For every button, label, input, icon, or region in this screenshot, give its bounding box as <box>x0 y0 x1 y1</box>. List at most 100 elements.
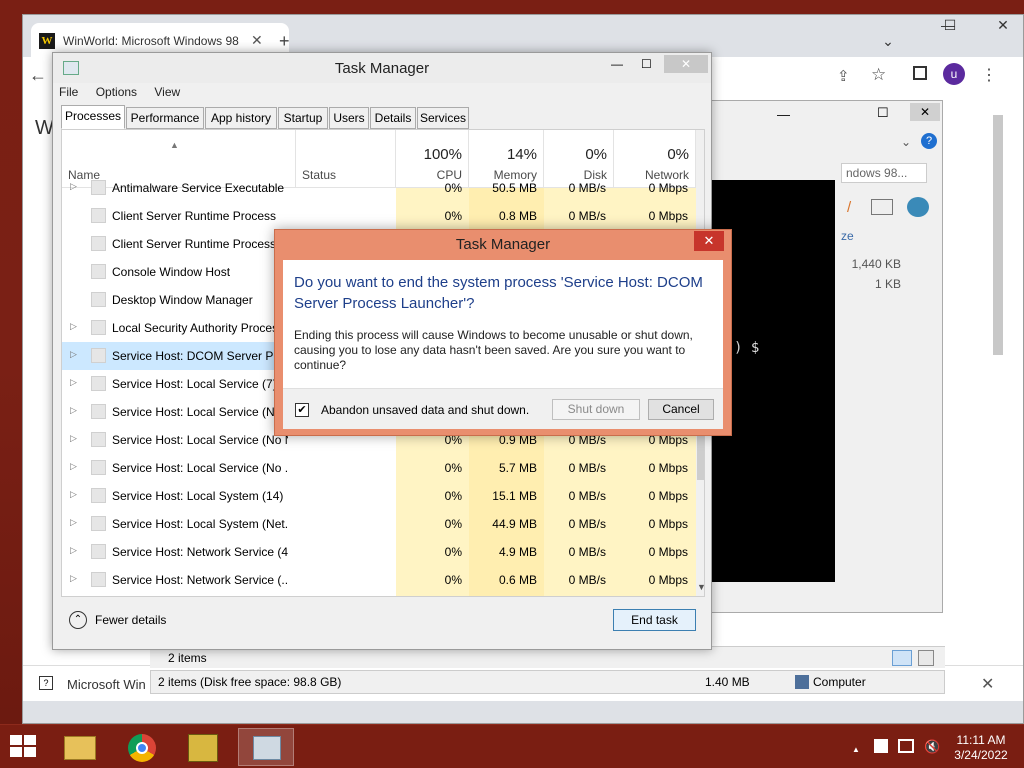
share-icon[interactable]: ⇪ <box>837 67 850 85</box>
start-button[interactable] <box>10 735 38 759</box>
rename-icon[interactable] <box>871 199 893 215</box>
chevron-up-icon: ⌃ <box>69 611 87 629</box>
tab-processes[interactable]: Processes <box>61 105 125 129</box>
size-column-header[interactable]: ze <box>841 229 854 243</box>
volume-muted-icon[interactable]: 🔇 <box>924 739 940 755</box>
disk-value: 0 MB/s <box>568 461 606 475</box>
taskbar-clock[interactable]: 11:11 AM 3/24/2022 <box>948 733 1014 763</box>
process-icon <box>91 376 106 391</box>
process-icon <box>91 264 106 279</box>
table-row[interactable]: Client Server Runtime Process 0% 0.8 MB 0 M… <box>62 202 696 230</box>
dialog-close-icon[interactable]: ✕ <box>694 231 724 251</box>
tm-menu-bar: File Options View <box>59 85 194 105</box>
bookmark-star-icon[interactable]: ☆ <box>871 65 886 85</box>
task-manager-taskbar-icon <box>253 736 281 760</box>
expand-arrow-icon: ▷ <box>70 545 77 555</box>
status-total-size: 1.40 MB <box>705 675 750 689</box>
process-name: Service Host: Local Service (No ... <box>112 461 288 475</box>
help-icon[interactable]: ? <box>921 133 937 149</box>
clock-time: 11:11 AM <box>956 733 1006 747</box>
tm-maximize-icon[interactable]: ☐ <box>641 57 652 71</box>
menu-view[interactable]: View <box>154 85 180 99</box>
action-center-flag-icon[interactable] <box>874 739 888 753</box>
download-bar-close-icon[interactable]: ✕ <box>981 674 994 694</box>
table-row[interactable]: ▷ Antimalware Service Executable 0% 50.5 MB… <box>62 174 696 202</box>
tm-close-icon[interactable]: ✕ <box>664 55 708 73</box>
help-file-icon: ? <box>39 676 53 690</box>
page-scrollbar[interactable] <box>993 115 1003 355</box>
memory-value: 15.1 MB <box>492 489 537 503</box>
chrome-tab-close-icon[interactable]: ✕ <box>251 32 263 49</box>
explorer-maximize-icon[interactable]: ☐ <box>877 105 889 121</box>
process-name: Client Server Runtime Process <box>112 209 277 223</box>
file-explorer-taskbar-button[interactable] <box>52 728 108 766</box>
abandon-data-checkbox[interactable]: ✔ <box>295 403 309 417</box>
table-row[interactable]: ▷ Service Host: Network Service (4) 0% 4.9 … <box>62 538 696 566</box>
end-task-button[interactable]: End task <box>613 609 696 631</box>
explorer-minimize-icon[interactable]: — <box>777 107 790 122</box>
explorer-close-icon[interactable]: ✕ <box>910 103 940 121</box>
download-item-label[interactable]: Microsoft Win <box>67 677 146 692</box>
cpu-value: 0% <box>444 517 462 531</box>
network-total: 0% <box>667 146 689 163</box>
archive-taskbar-button[interactable] <box>176 728 232 766</box>
scroll-down-icon[interactable]: ▼ <box>697 582 704 592</box>
table-row[interactable]: ▷ Service Host: Local System (14) 0% 15.1 M… <box>62 482 696 510</box>
new-tab-button[interactable]: + <box>279 31 290 52</box>
disk-total: 0% <box>585 146 607 163</box>
fewer-details-label: Fewer details <box>95 613 167 627</box>
process-name: Desktop Window Manager <box>112 293 253 307</box>
table-row[interactable]: ▷ Service Host: Local System (Net... 0% 44.… <box>62 510 696 538</box>
tab-users[interactable]: Users <box>329 107 369 129</box>
cpu-value: 0% <box>444 209 462 223</box>
system-tray: ▲ 🔇 <box>852 739 940 755</box>
process-name: Service Host: Local System (Net... <box>112 517 288 531</box>
explorer-search-field[interactable]: ndows 98... <box>841 163 927 183</box>
table-row[interactable]: ▷ Service Host: Network Service (... 0% 0.6… <box>62 566 696 594</box>
chrome-tab-title: WinWorld: Microsoft Windows 98 <box>63 34 239 48</box>
chrome-menu-icon[interactable]: ⋮ <box>981 65 997 85</box>
large-icons-view-icon[interactable] <box>918 650 934 666</box>
memory-total: 14% <box>506 146 537 163</box>
cpu-value: 0% <box>444 545 462 559</box>
network-value: 0 Mbps <box>648 573 688 587</box>
memory-value: 44.9 MB <box>492 517 537 531</box>
tab-app-history[interactable]: App history <box>205 107 277 129</box>
expand-arrow-icon: ▷ <box>70 489 77 499</box>
task-manager-taskbar-button[interactable] <box>238 728 294 766</box>
show-hidden-icons[interactable]: ▲ <box>852 745 860 754</box>
tab-search-icon[interactable]: ⌄ <box>873 33 903 55</box>
ribbon-expand-icon[interactable]: ⌄ <box>901 135 911 149</box>
network-globe-icon[interactable] <box>907 197 929 217</box>
chrome-taskbar-button[interactable] <box>114 728 170 766</box>
tab-startup[interactable]: Startup <box>278 107 328 129</box>
end-process-dialog: Task Manager ✕ Do you want to end the sy… <box>274 229 732 436</box>
shut-down-button[interactable]: Shut down <box>552 399 640 420</box>
side-panel-icon[interactable] <box>913 66 927 80</box>
close-window-icon[interactable]: ✕ <box>988 17 1018 39</box>
dialog-body: Ending this process will cause Windows t… <box>294 328 693 372</box>
expand-arrow-icon: ▷ <box>70 181 77 191</box>
expand-arrow-icon: ▷ <box>70 433 77 443</box>
details-view-icon[interactable] <box>892 650 912 666</box>
tab-performance[interactable]: Performance <box>126 107 204 129</box>
dialog-title: Task Manager <box>455 236 551 253</box>
expand-arrow-icon: ▷ <box>70 349 77 359</box>
back-arrow-icon[interactable]: ← <box>29 65 47 86</box>
menu-file[interactable]: File <box>59 85 78 99</box>
process-name: Service Host: Network Service (4) <box>112 545 288 559</box>
table-row[interactable]: ▷ Service Host: Local Service (No ... 0% 5.… <box>62 454 696 482</box>
menu-options[interactable]: Options <box>96 85 137 99</box>
maximize-icon[interactable]: ☐ <box>935 17 965 39</box>
profile-avatar[interactable]: u <box>943 63 965 85</box>
abandon-data-label[interactable]: Abandon unsaved data and shut down. <box>321 403 529 417</box>
process-name: Service Host: Local Service (Network Res… <box>112 405 288 419</box>
chrome-tab-bar: W WinWorld: Microsoft Windows 98 ✕ + ⌄ —… <box>23 15 1023 57</box>
process-icon <box>91 320 106 335</box>
tm-minimize-icon[interactable]: — <box>611 57 623 71</box>
tab-details[interactable]: Details <box>370 107 416 129</box>
network-icon[interactable] <box>898 739 914 753</box>
tab-services[interactable]: Services <box>417 107 469 129</box>
cancel-button[interactable]: Cancel <box>648 399 714 420</box>
edit-icon[interactable]: / <box>847 199 851 216</box>
